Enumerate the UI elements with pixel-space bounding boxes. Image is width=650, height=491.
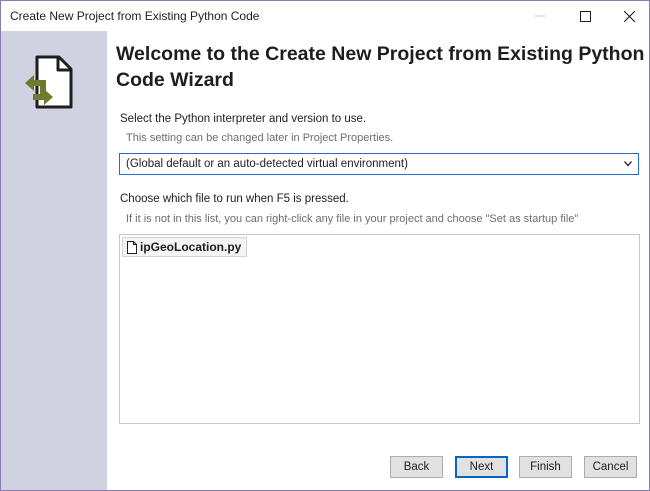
- wizard-content: Welcome to the Create New Project from E…: [108, 31, 649, 490]
- chevron-down-icon: [624, 161, 632, 167]
- close-icon: [623, 10, 635, 22]
- minimize-icon: [535, 15, 545, 17]
- maximize-icon: [579, 10, 591, 22]
- interpreter-label: Select the Python interpreter and versio…: [120, 113, 367, 125]
- convert-file-icon: [25, 55, 73, 109]
- interpreter-hint: This setting can be changed later in Pro…: [126, 132, 394, 144]
- cancel-button[interactable]: Cancel: [584, 456, 637, 478]
- page-title: Welcome to the Create New Project from E…: [116, 43, 645, 91]
- list-item[interactable]: ipGeoLocation.py: [122, 237, 248, 257]
- close-button[interactable]: [606, 1, 649, 31]
- next-button[interactable]: Next: [455, 456, 508, 478]
- wizard-window: Create New Project from Existing Python …: [0, 0, 650, 491]
- startup-file-label: Choose which file to run when F5 is pres…: [120, 193, 349, 205]
- startup-file-list[interactable]: ipGeoLocation.py: [119, 234, 640, 424]
- title-bar[interactable]: Create New Project from Existing Python …: [1, 1, 649, 31]
- window-title: Create New Project from Existing Python …: [10, 9, 260, 23]
- startup-file-hint: If it is not in this list, you can right…: [126, 213, 579, 225]
- interpreter-select[interactable]: (Global default or an auto-detected virt…: [119, 153, 639, 175]
- interpreter-select-value: (Global default or an auto-detected virt…: [126, 158, 408, 170]
- file-icon: [127, 240, 137, 254]
- maximize-button[interactable]: [562, 1, 608, 31]
- wizard-sidebar: [1, 31, 107, 490]
- minimize-button[interactable]: [517, 1, 563, 31]
- finish-button[interactable]: Finish: [519, 456, 572, 478]
- back-button[interactable]: Back: [390, 456, 443, 478]
- file-name: ipGeoLocation.py: [140, 240, 242, 254]
